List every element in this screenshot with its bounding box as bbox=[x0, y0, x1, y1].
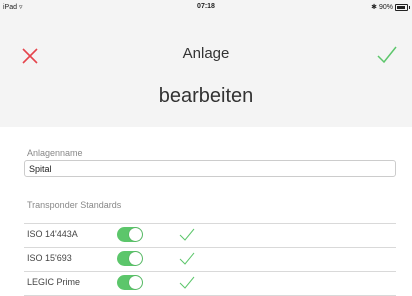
battery-fill bbox=[397, 5, 406, 9]
standards-section-label: Transponder Standards bbox=[27, 200, 122, 210]
checkmark-icon bbox=[377, 46, 397, 64]
toggle-knob bbox=[129, 276, 142, 289]
header: Anlage bearbeiten bbox=[0, 14, 412, 127]
standard-row: LEGIC Prime bbox=[24, 271, 396, 296]
standard-label: LEGIC Prime bbox=[27, 277, 81, 287]
checkmark-icon bbox=[179, 252, 195, 265]
standard-label: ISO 14'443A bbox=[27, 229, 78, 239]
standard-row: ISO 14'443A bbox=[24, 223, 396, 248]
standard-label: ISO 15'693 bbox=[27, 253, 72, 263]
checkmark-icon bbox=[179, 228, 195, 241]
name-field-label: Anlagenname bbox=[27, 148, 83, 158]
battery-percent: 90% bbox=[378, 3, 393, 11]
checkmark-icon bbox=[179, 276, 195, 289]
toggle-knob bbox=[129, 252, 142, 265]
standard-toggle[interactable] bbox=[117, 275, 143, 290]
page-title: Anlage bbox=[182, 45, 230, 62]
standard-toggle[interactable] bbox=[117, 251, 143, 266]
save-button[interactable] bbox=[376, 44, 398, 66]
name-input[interactable] bbox=[24, 160, 396, 177]
status-bar: iPad ▿ 07:18 ✱ 90% bbox=[0, 0, 412, 14]
standard-toggle[interactable] bbox=[117, 227, 143, 242]
standard-row: ISO 15'693 bbox=[24, 247, 396, 272]
battery-icon bbox=[395, 3, 410, 11]
status-right: ✱ 90% bbox=[371, 3, 410, 11]
status-time: 07:18 bbox=[197, 3, 215, 10]
bluetooth-icon: ✱ bbox=[371, 4, 377, 11]
page-subtitle: bearbeiten bbox=[158, 85, 254, 107]
toggle-knob bbox=[129, 228, 142, 241]
